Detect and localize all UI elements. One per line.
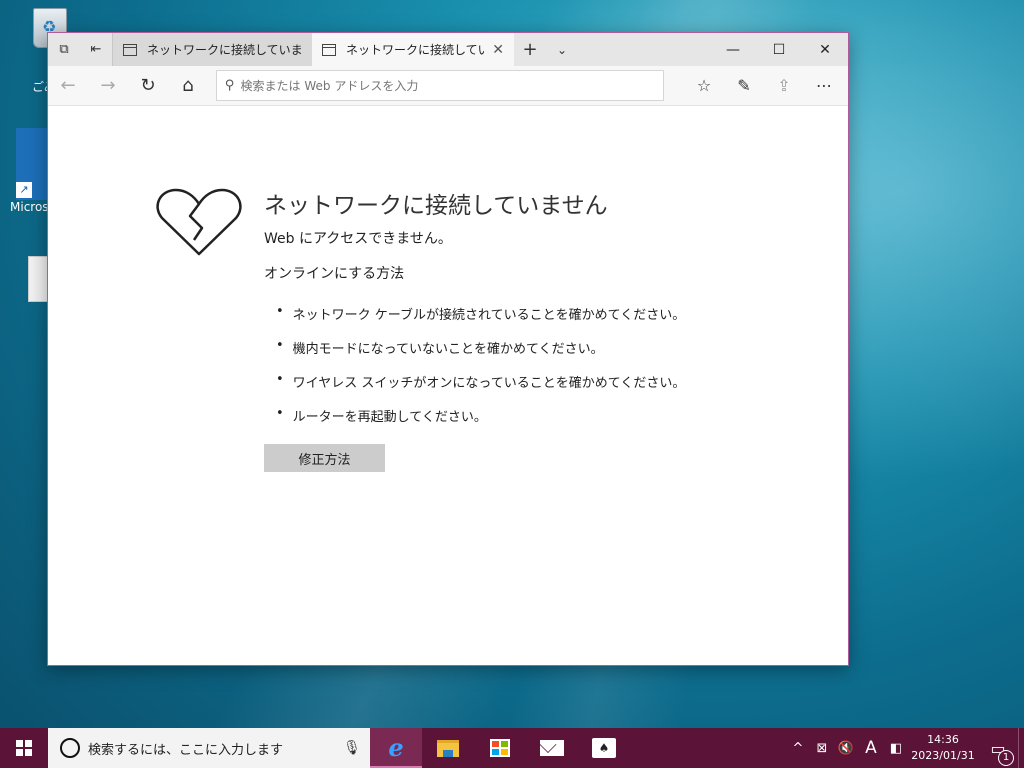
edge-icon: e [388, 732, 404, 762]
ime-mode-icon: ◧ [889, 740, 903, 756]
maximize-button[interactable]: ☐ [756, 33, 802, 66]
back-arrow-icon: ← [60, 75, 76, 96]
chevron-down-icon: ⌄ [556, 42, 568, 57]
new-tab-button[interactable]: + [514, 33, 546, 66]
tab-2[interactable]: ネットワークに接続していま ✕ [312, 33, 514, 66]
tab-preview-icon: ⧉ [59, 42, 69, 57]
tip-item: ネットワーク ケーブルが接続されていることを確かめてください。 [276, 304, 686, 338]
tip-item: ルーターを再起動してください。 [276, 406, 685, 440]
taskbar-search-placeholder: 検索するには、ここに入力します [88, 742, 284, 758]
ime-mode-button[interactable]: ◧ [884, 741, 908, 756]
pen-icon: ✎ [737, 76, 751, 95]
tip-item: 機内モードになっていないことを確かめてください。 [276, 338, 685, 372]
show-hidden-icons-button[interactable]: ^ [786, 741, 810, 756]
volume-status[interactable]: 🔇 [834, 741, 858, 756]
window-controls: — ☐ ✕ [710, 33, 848, 66]
tips-list: ネットワーク ケーブルが接続されていることを確かめてください。 機内モードになっ… [276, 304, 686, 440]
folder-icon [437, 739, 459, 757]
action-center-button[interactable]: ▭ 1 [978, 739, 1018, 766]
share-button[interactable]: ⇪ [764, 66, 804, 106]
favorites-star-icon: ☆ [696, 76, 712, 95]
cards-icon: ♠ [592, 738, 616, 758]
tab-menu-button[interactable]: ⌄ [546, 33, 578, 66]
plus-icon: + [522, 39, 538, 60]
clock-date: 2023/01/31 [911, 749, 975, 762]
address-bar[interactable]: ⚲ [216, 70, 664, 101]
forward-arrow-icon: → [100, 75, 116, 96]
how-to-connect-heading: オンラインにする方法 [264, 266, 405, 282]
start-button[interactable] [0, 728, 48, 768]
taskbar-edge[interactable]: e [370, 728, 422, 768]
back-button[interactable]: ← [48, 66, 88, 106]
title-bar: ⧉ ⇤ ネットワークに接続していません ネットワークに接続していま ✕ + ⌄ … [48, 33, 848, 66]
edge-desktop-shortcut[interactable]: ↗ [16, 128, 48, 200]
taskbar-solitaire[interactable]: ♠ [578, 728, 630, 768]
chevron-up-icon: ^ [792, 740, 804, 756]
search-icon: ⚲ [225, 78, 235, 93]
maximize-icon: ☐ [772, 41, 786, 58]
refresh-icon: ↻ [140, 75, 156, 96]
windows-logo-icon [16, 740, 32, 756]
notification-badge: 1 [998, 749, 1014, 766]
set-aside-tabs-button[interactable]: ⇤ [80, 33, 112, 66]
close-icon: ✕ [819, 41, 831, 58]
tab-close-icon[interactable]: ✕ [492, 42, 504, 58]
edge-shortcut-label: Micros [10, 200, 49, 214]
tab-title: ネットワークに接続していま [346, 43, 485, 57]
fix-button[interactable]: 修正方法 [264, 444, 385, 472]
tab-preview-button[interactable]: ⧉ [48, 33, 80, 66]
share-icon: ⇪ [777, 76, 791, 95]
clock-time: 14:36 [927, 733, 959, 746]
network-status[interactable]: ⊠ [810, 741, 834, 756]
mail-icon [540, 740, 564, 756]
taskbar-search-box[interactable]: 検索するには、ここに入力します 🎙 [48, 728, 370, 768]
browser-toolbar: ← → ↻ ⌂ ⚲ ☆ ✎ ⇪ ⋯ [48, 66, 848, 106]
minimize-icon: — [726, 41, 740, 58]
taskbar: 検索するには、ここに入力します 🎙 e ♠ ^ ⊠ 🔇 A ◧ 14:36 20… [0, 728, 1024, 768]
minimize-button[interactable]: — [710, 33, 756, 66]
network-disconnected-icon: ⊠ [816, 740, 828, 756]
page-icon [123, 43, 137, 56]
cortana-icon [60, 738, 80, 758]
page-content: ネットワークに接続していません Web にアクセスできません。 オンラインにする… [48, 106, 848, 666]
address-input[interactable] [240, 78, 621, 93]
page-icon [322, 43, 336, 56]
browser-window: ⧉ ⇤ ネットワークに接続していません ネットワークに接続していま ✕ + ⌄ … [47, 32, 849, 666]
tab-title: ネットワークに接続していません [147, 43, 302, 57]
tip-item: ワイヤレス スイッチがオンになっていることを確かめてください。 [276, 372, 686, 406]
broken-heart-icon [156, 188, 242, 256]
error-subtitle: Web にアクセスできません。 [264, 231, 452, 247]
forward-button[interactable]: → [88, 66, 128, 106]
system-tray: ^ ⊠ 🔇 A ◧ 14:36 2023/01/31 ▭ 1 [786, 728, 1024, 768]
home-button[interactable]: ⌂ [168, 66, 208, 106]
more-button[interactable]: ⋯ [804, 66, 844, 106]
tab-1[interactable]: ネットワークに接続していません [112, 33, 312, 66]
shortcut-arrow-icon: ↗ [16, 182, 32, 198]
taskbar-store[interactable] [474, 728, 526, 768]
web-note-button[interactable]: ✎ [724, 66, 764, 106]
clock[interactable]: 14:36 2023/01/31 [908, 732, 978, 764]
home-icon: ⌂ [182, 75, 194, 96]
more-dots-icon: ⋯ [816, 76, 832, 95]
favorites-button[interactable]: ☆ [684, 66, 724, 106]
microphone-icon[interactable]: 🎙 [334, 740, 370, 756]
set-aside-icon: ⇤ [90, 42, 102, 57]
taskbar-mail[interactable] [526, 728, 578, 768]
close-button[interactable]: ✕ [802, 33, 848, 66]
error-title: ネットワークに接続していません [264, 193, 608, 219]
show-desktop-button[interactable] [1018, 728, 1024, 768]
store-icon [490, 739, 510, 757]
refresh-button[interactable]: ↻ [128, 66, 168, 106]
taskbar-file-explorer[interactable] [422, 728, 474, 768]
toolbar-tools: ☆ ✎ ⇪ ⋯ [684, 66, 848, 106]
ime-indicator[interactable]: A [858, 738, 884, 758]
volume-muted-icon: 🔇 [837, 740, 855, 756]
